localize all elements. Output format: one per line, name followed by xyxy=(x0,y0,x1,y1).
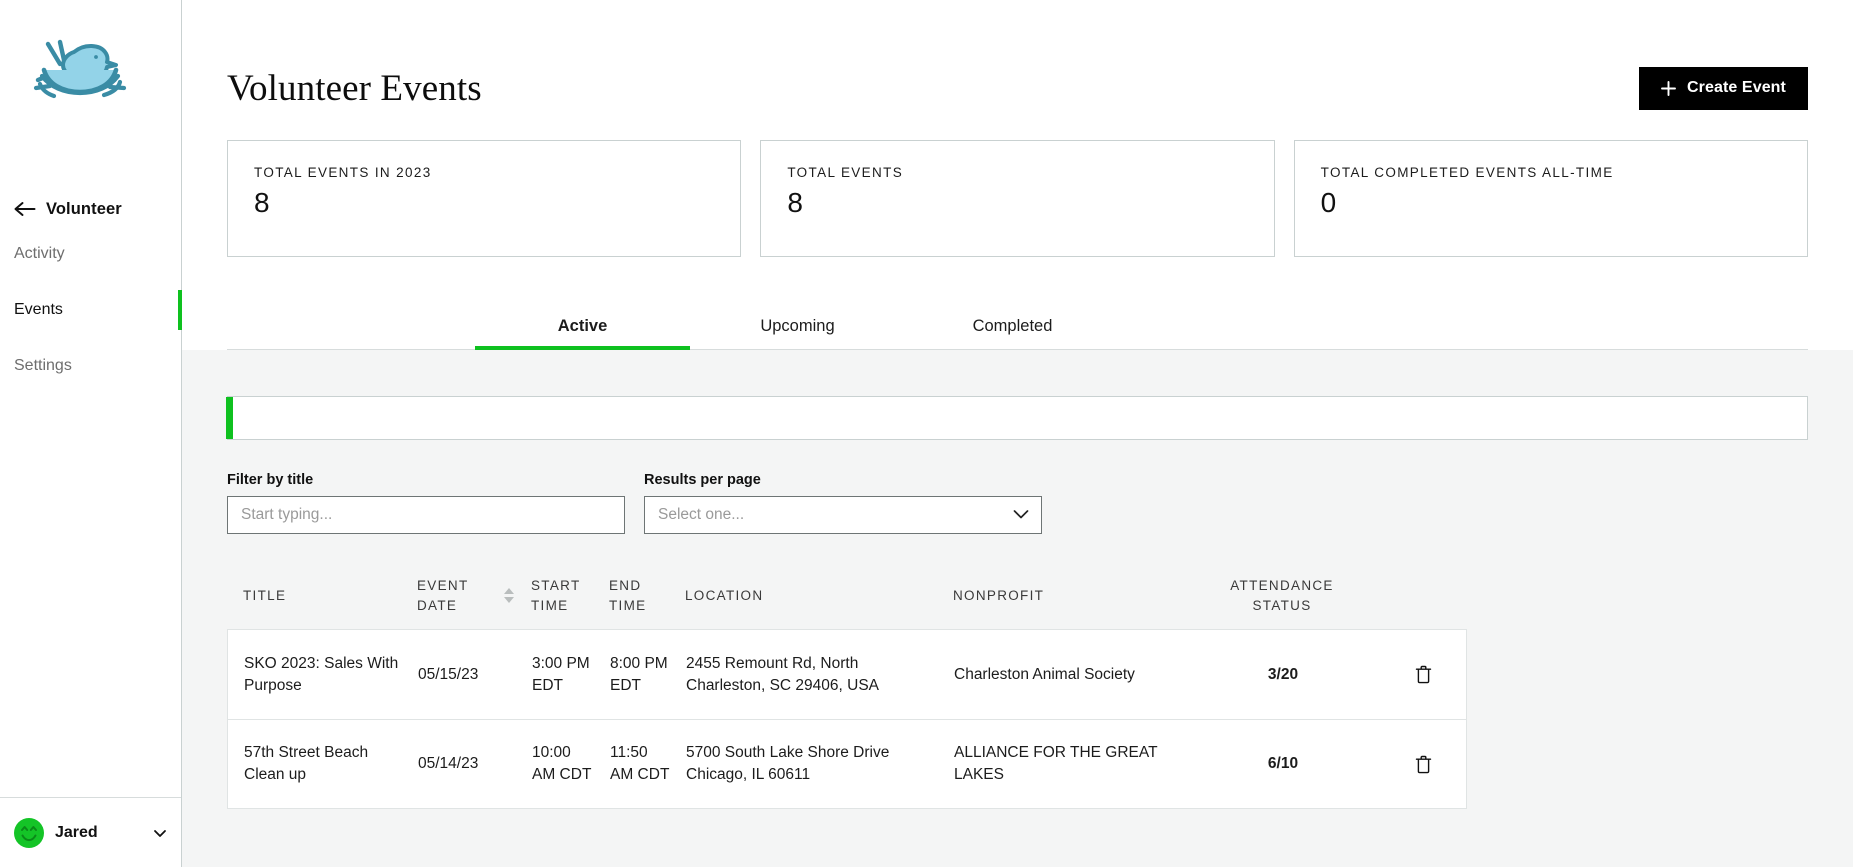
cell-title: 57th Street Beach Clean up xyxy=(228,742,410,786)
bird-in-nest-logo xyxy=(30,30,130,110)
notification-banner xyxy=(227,396,1808,440)
tab-upcoming[interactable]: Upcoming xyxy=(690,305,905,349)
create-event-button[interactable]: Create Event xyxy=(1639,67,1808,110)
column-header-location[interactable]: Location xyxy=(677,586,945,606)
tab-label: Active xyxy=(558,317,608,335)
user-menu[interactable]: Jared xyxy=(0,797,181,867)
stat-cards: Total events in 2023 8 Total events 8 To… xyxy=(227,120,1808,257)
cell-location: 2455 Remount Rd, North Charleston, SC 29… xyxy=(678,653,946,697)
trash-icon xyxy=(1415,665,1432,684)
column-header-start-time[interactable]: Start Time xyxy=(523,576,601,615)
chevron-down-icon[interactable] xyxy=(153,826,167,840)
cell-location: 5700 South Lake Shore Drive Chicago, IL … xyxy=(678,742,946,786)
user-name: Jared xyxy=(55,824,142,842)
results-per-page-field: Results per page Select one... xyxy=(644,472,1042,534)
delete-event-button[interactable] xyxy=(1411,661,1436,688)
cell-title: SKO 2023: Sales With Purpose xyxy=(228,653,410,697)
content-area: Filter by title Results per page Select … xyxy=(182,350,1853,867)
cell-attendance-status: 3/20 xyxy=(1198,664,1368,686)
main-header-area: Volunteer Events Create Event Total even… xyxy=(182,0,1853,350)
sort-event-date-button[interactable] xyxy=(495,588,523,603)
events-table: Title Event Date Start Time End Time Loc… xyxy=(227,576,1467,809)
logo-container[interactable] xyxy=(0,0,181,150)
stat-label: Total events in 2023 xyxy=(254,165,714,180)
stat-card-total-completed-all-time: Total completed events all-time 0 xyxy=(1294,140,1808,257)
sidebar-item-label: Activity xyxy=(14,245,65,263)
sidebar-item-events[interactable]: Events xyxy=(0,282,181,338)
sidebar: Volunteer Activity Events Settings Jar xyxy=(0,0,182,867)
main-content: Volunteer Events Create Event Total even… xyxy=(182,0,1853,867)
table-header-row: Title Event Date Start Time End Time Loc… xyxy=(227,576,1467,629)
tab-label: Completed xyxy=(973,317,1053,335)
results-per-page-select-wrap: Select one... xyxy=(644,496,1042,534)
arrow-left-icon xyxy=(14,201,36,217)
plus-icon xyxy=(1661,81,1676,96)
sidebar-nav: Volunteer Activity Events Settings xyxy=(0,150,181,394)
results-per-page-select[interactable]: Select one... xyxy=(644,496,1042,534)
search-input[interactable] xyxy=(227,496,625,534)
sidebar-item-activity[interactable]: Activity xyxy=(0,226,181,282)
cell-actions xyxy=(1368,751,1466,778)
filter-by-title-field: Filter by title xyxy=(227,472,625,534)
cell-event-date: 05/15/23 xyxy=(410,664,496,686)
delete-event-button[interactable] xyxy=(1411,751,1436,778)
cell-start-time: 3:00 PM EDT xyxy=(524,653,602,697)
tab-bar: Active Upcoming Completed xyxy=(227,305,1808,350)
sort-ascending-icon xyxy=(504,588,514,594)
column-header-attendance-status[interactable]: Attendance Status xyxy=(1197,576,1367,615)
sidebar-item-settings[interactable]: Settings xyxy=(0,338,181,394)
page-title: Volunteer Events xyxy=(227,67,482,110)
sort-descending-icon xyxy=(504,597,514,603)
smiley-face-icon xyxy=(14,818,44,848)
cell-end-time: 8:00 PM EDT xyxy=(602,653,678,697)
select-placeholder: Select one... xyxy=(658,506,744,524)
sidebar-spacer xyxy=(0,394,181,797)
trash-icon xyxy=(1415,755,1432,774)
column-header-event-date[interactable]: Event Date xyxy=(409,576,495,615)
tab-completed[interactable]: Completed xyxy=(905,305,1120,349)
sidebar-back-label: Volunteer xyxy=(46,200,122,219)
sidebar-item-label: Settings xyxy=(14,357,72,375)
cell-start-time: 10:00 AM CDT xyxy=(524,742,602,786)
stat-label: Total events xyxy=(787,165,1247,180)
column-header-title[interactable]: Title xyxy=(227,586,409,606)
table-row[interactable]: SKO 2023: Sales With Purpose 05/15/23 3:… xyxy=(227,629,1467,719)
chevron-down-icon xyxy=(1013,509,1029,520)
sidebar-back-volunteer[interactable]: Volunteer xyxy=(0,192,181,226)
filter-by-title-label: Filter by title xyxy=(227,472,625,488)
app-root: Volunteer Activity Events Settings Jar xyxy=(0,0,1853,867)
cell-nonprofit: Charleston Animal Society xyxy=(946,664,1198,686)
filter-controls: Filter by title Results per page Select … xyxy=(227,472,1808,534)
stat-value: 8 xyxy=(254,189,714,217)
sidebar-item-label: Events xyxy=(14,301,63,319)
column-header-end-time[interactable]: End Time xyxy=(601,576,677,615)
tab-active[interactable]: Active xyxy=(475,305,690,349)
cell-end-time: 11:50 AM CDT xyxy=(602,742,678,786)
results-per-page-label: Results per page xyxy=(644,472,1042,488)
tab-label: Upcoming xyxy=(760,317,834,335)
cell-event-date: 05/14/23 xyxy=(410,753,496,775)
create-event-label: Create Event xyxy=(1687,79,1786,97)
avatar xyxy=(14,818,44,848)
stat-value: 0 xyxy=(1321,189,1781,217)
stat-card-total-events-2023: Total events in 2023 8 xyxy=(227,140,741,257)
cell-actions xyxy=(1368,661,1466,688)
page-header: Volunteer Events Create Event xyxy=(227,0,1808,120)
bird-eye xyxy=(94,55,98,59)
table-row[interactable]: 57th Street Beach Clean up 05/14/23 10:0… xyxy=(227,719,1467,809)
column-header-nonprofit[interactable]: Nonprofit xyxy=(945,586,1197,606)
stat-card-total-events: Total events 8 xyxy=(760,140,1274,257)
stat-value: 8 xyxy=(787,189,1247,217)
cell-nonprofit: ALLIANCE FOR THE GREAT LAKES xyxy=(946,742,1198,786)
stat-label: Total completed events all-time xyxy=(1321,165,1781,180)
banner-accent-bar xyxy=(226,397,233,439)
cell-attendance-status: 6/10 xyxy=(1198,753,1368,775)
